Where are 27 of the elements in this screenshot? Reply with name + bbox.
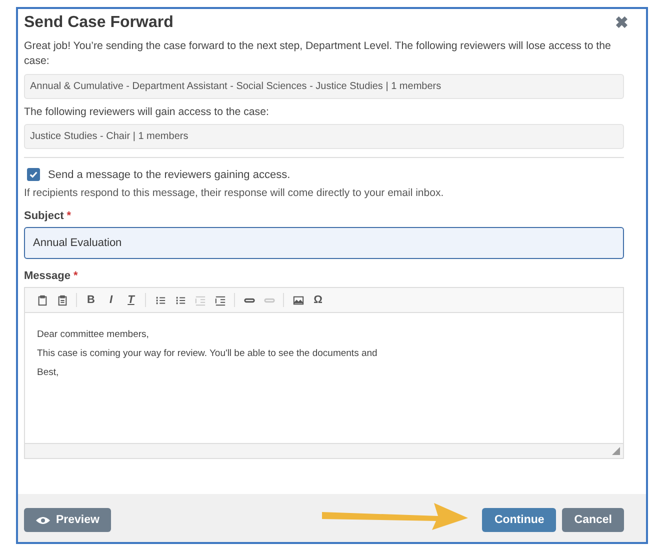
- message-editor[interactable]: B I T Ω Dear committee members, This case is coming your way for review. You'll be able to see the documents and Best,: [24, 287, 624, 460]
- reviewer-list: Annual & Cumulative - Department Assistant - Social Sciences - Justice Studies | 1 members: [24, 74, 624, 99]
- format-button[interactable]: B: [82, 292, 100, 308]
- resize-handle-icon[interactable]: [612, 447, 620, 456]
- subject-field[interactable]: Annual Evaluation: [24, 227, 624, 260]
- message-paragraph: Best,: [37, 367, 60, 378]
- required-mark: *: [66, 210, 72, 222]
- preview-button[interactable]: Preview: [24, 508, 112, 532]
- checkbox-label: Send a message to the reviewers gaining access.: [48, 168, 290, 181]
- checkbox[interactable]: [27, 168, 40, 182]
- cancel-button[interactable]: Cancel: [562, 508, 624, 532]
- required-mark: *: [74, 270, 78, 282]
- field-label: Subject: [24, 210, 64, 222]
- help-text: If recipients respond to this message, their response will come directly to your email inbox.: [24, 187, 445, 200]
- message-paragraph: Dear committee members,: [37, 329, 150, 340]
- continue-button[interactable]: Continue: [482, 508, 556, 532]
- close-button[interactable]: ✖: [615, 13, 628, 33]
- field-label: Message: [24, 270, 70, 282]
- message-paragraph: This case is coming your way for review. You'll be able to see the documents and: [37, 348, 378, 360]
- reviewer-list: Justice Studies - Chair | 1 members: [24, 124, 624, 150]
- gaining-label: The following reviewers will gain access to the case:: [24, 104, 270, 120]
- intro-text: Great job! You’re sending the case forward to the next step, Department Level. The following reviewers will lose access to the case:: [24, 39, 612, 70]
- format-button[interactable]: T: [122, 292, 140, 308]
- format-button[interactable]: I: [102, 292, 120, 308]
- eye-icon: [36, 516, 50, 524]
- dialog-title: Send Case Forward: [24, 14, 174, 32]
- format-button[interactable]: Ω: [309, 292, 327, 308]
